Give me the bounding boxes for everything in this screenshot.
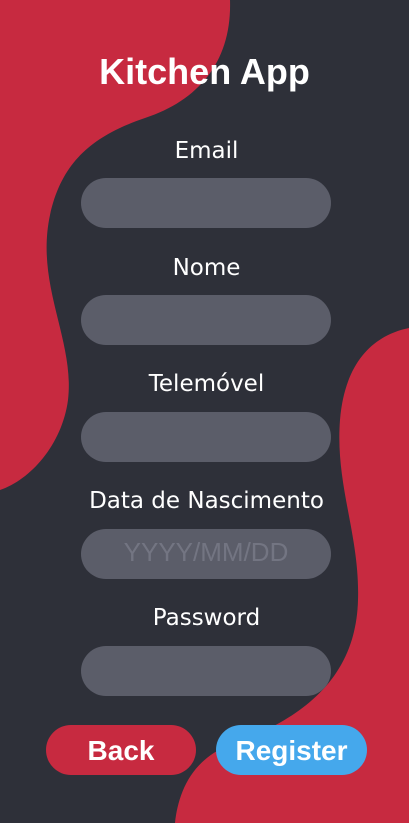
data-nascimento-label: Data de Nascimento [89, 488, 324, 514]
nome-field[interactable] [81, 295, 331, 345]
email-label: Email [174, 138, 239, 164]
register-button[interactable]: Register [216, 725, 367, 775]
back-button[interactable]: Back [46, 725, 196, 775]
birth-date-field[interactable] [81, 529, 331, 579]
telemovel-field[interactable] [81, 412, 331, 462]
email-field[interactable] [81, 178, 331, 228]
password-field[interactable] [81, 646, 331, 696]
nome-label: Nome [172, 255, 241, 281]
page-title: Kitchen App [99, 51, 310, 92]
register-screen: Kitchen App Email Nome Telemóvel Data de… [0, 0, 409, 823]
password-label: Password [152, 605, 261, 631]
telemovel-label: Telemóvel [148, 371, 265, 397]
